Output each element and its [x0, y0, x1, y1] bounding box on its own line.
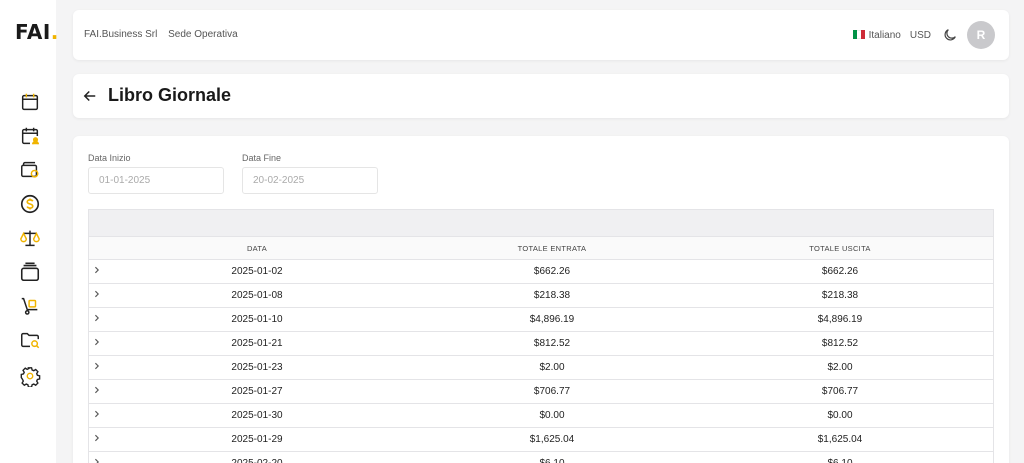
back-arrow-icon[interactable] — [81, 87, 99, 105]
dollar-icon[interactable] — [18, 192, 42, 216]
table-row[interactable]: 2025-01-10 $4,896.19 $4,896.19 — [89, 308, 993, 332]
table-header: DATA TOTALE ENTRATA TOTALE USCITA — [89, 237, 993, 260]
cell-total-out: $4,896.19 — [817, 314, 863, 325]
main-panel: Data Inizio Data Fine DATA TOTALE ENTRAT… — [73, 136, 1009, 463]
moon-icon[interactable] — [942, 27, 958, 43]
chevron-right-icon[interactable] — [93, 362, 101, 370]
gear-icon[interactable] — [18, 364, 42, 388]
folder-search-icon[interactable] — [18, 328, 42, 352]
table-row[interactable]: 2025-01-08 $218.38 $218.38 — [89, 284, 993, 308]
chevron-right-icon[interactable] — [93, 266, 101, 274]
cell-date: 2025-01-23 — [231, 362, 283, 373]
cell-total-in: $706.77 — [533, 386, 571, 397]
cell-date: 2025-01-29 — [231, 434, 283, 445]
table-row[interactable]: 2025-01-30 $0.00 $0.00 — [89, 404, 993, 428]
logo[interactable]: FAI. — [15, 20, 59, 44]
cell-total-out: $0.00 — [827, 410, 853, 421]
language-label: Italiano — [868, 29, 901, 41]
chevron-right-icon[interactable] — [93, 290, 101, 298]
column-header-total-in[interactable]: TOTALE ENTRATA — [417, 244, 687, 253]
table-row[interactable]: 2025-01-23 $2.00 $2.00 — [89, 356, 993, 380]
wallet-icon[interactable] — [18, 158, 42, 182]
cell-total-in: $1,625.04 — [529, 434, 575, 445]
top-right-controls: Italiano USD R — [852, 21, 995, 49]
language-selector[interactable]: Italiano — [852, 29, 901, 41]
cell-total-out: $812.52 — [821, 338, 859, 349]
table-toolbar — [89, 210, 993, 237]
scale-icon[interactable] — [18, 226, 42, 250]
sidebar: FAI. — [0, 0, 59, 463]
page-header: Libro Giornale — [73, 74, 1009, 118]
end-date-input[interactable] — [242, 167, 378, 194]
cell-date: 2025-02-20 — [97, 458, 417, 463]
calendar-icon[interactable] — [18, 90, 42, 114]
cell-total-in: $0.00 — [539, 410, 565, 421]
cell-total-out: $1,625.04 — [817, 434, 863, 445]
cell-date: 2025-01-30 — [231, 410, 283, 421]
cell-total-out: $218.38 — [821, 290, 859, 301]
top-bar: FAI.Business Srl Sede Operativa Italiano… — [73, 10, 1009, 60]
chevron-right-icon[interactable] — [93, 386, 101, 394]
cell-total-in: $812.52 — [533, 338, 571, 349]
currency-selector[interactable]: USD — [910, 30, 931, 41]
column-header-total-out[interactable]: TOTALE USCITA — [687, 244, 993, 253]
cell-total-in: $218.38 — [533, 290, 571, 301]
cell-total-out: $662.26 — [821, 266, 859, 277]
cards-icon[interactable] — [18, 260, 42, 284]
table-row[interactable]: 2025-02-20$6.10$6.10 — [89, 452, 993, 463]
cell-date: 2025-01-10 — [231, 314, 283, 325]
chevron-right-icon[interactable] — [93, 458, 101, 463]
hand-truck-icon[interactable] — [18, 294, 42, 318]
cell-date: 2025-01-08 — [231, 290, 283, 301]
cell-total-in: $2.00 — [539, 362, 565, 373]
calendar-user-icon[interactable] — [18, 124, 42, 148]
cell-date: 2025-01-27 — [231, 386, 283, 397]
location-name[interactable]: Sede Operativa — [168, 29, 238, 40]
cell-date: 2025-01-02 — [231, 266, 283, 277]
italy-flag-icon — [852, 30, 865, 40]
chevron-right-icon[interactable] — [93, 434, 101, 442]
cell-total-out: $6.10 — [687, 458, 993, 463]
page-title: Libro Giornale — [108, 85, 232, 105]
cell-total-in: $4,896.19 — [529, 314, 575, 325]
chevron-right-icon[interactable] — [93, 410, 101, 418]
start-date-label: Data Inizio — [88, 153, 131, 163]
table-row[interactable]: 2025-01-29 $1,625.04 $1,625.04 — [89, 428, 993, 452]
breadcrumb: FAI.Business Srl Sede Operativa — [84, 29, 246, 40]
cell-total-out: $2.00 — [827, 362, 853, 373]
table-row[interactable]: 2025-01-02 $662.26 $662.26 — [89, 260, 993, 284]
table-row[interactable]: 2025-01-27 $706.77 $706.77 — [89, 380, 993, 404]
cell-date: 2025-01-21 — [231, 338, 283, 349]
chevron-right-icon[interactable] — [93, 338, 101, 346]
journal-table: DATA TOTALE ENTRATA TOTALE USCITA 2025-0… — [88, 209, 994, 463]
company-name[interactable]: FAI.Business Srl — [84, 29, 157, 40]
avatar[interactable]: R — [967, 21, 995, 49]
column-header-date[interactable]: DATA — [97, 244, 417, 253]
table-row[interactable]: 2025-01-21 $812.52 $812.52 — [89, 332, 993, 356]
cell-total-out: $706.77 — [821, 386, 859, 397]
table-body: 2025-01-02 $662.26 $662.26 2025-01-08 $218.3… — [89, 260, 993, 463]
start-date-input[interactable] — [88, 167, 224, 194]
end-date-label: Data Fine — [242, 153, 282, 163]
cell-total-in: $6.10 — [417, 458, 687, 463]
chevron-right-icon[interactable] — [93, 314, 101, 322]
cell-total-in: $662.26 — [533, 266, 571, 277]
